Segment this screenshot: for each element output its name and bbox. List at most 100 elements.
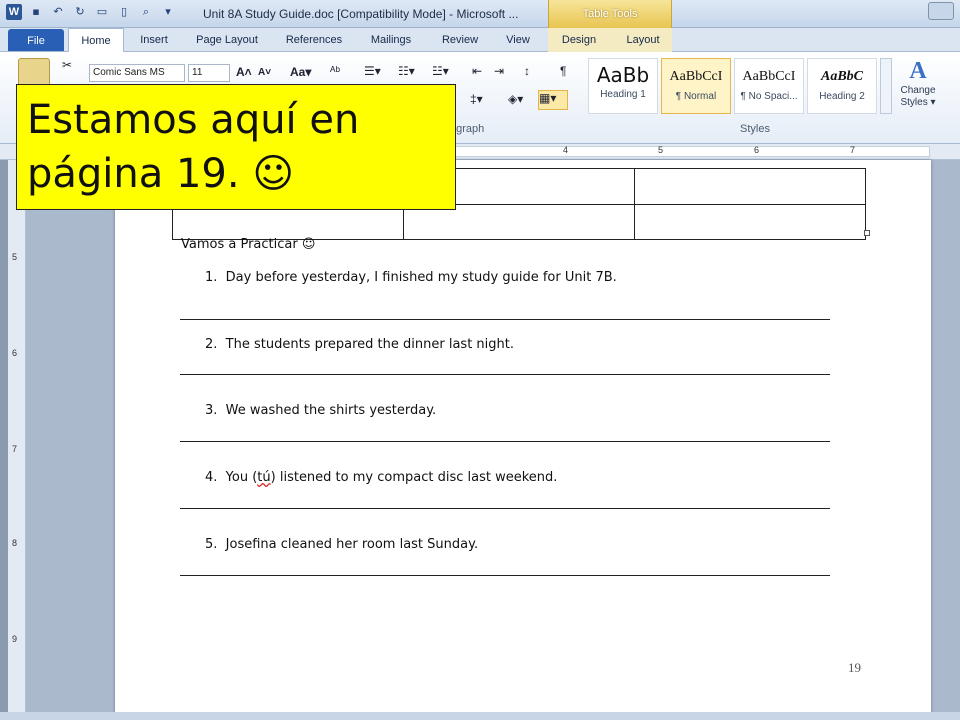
tab-design[interactable]: Design	[556, 28, 602, 52]
tab-layout[interactable]: Layout	[620, 28, 666, 52]
quick-access-toolbar: W ▪ ↶ ↻ ▭ ▯ ⌕ ▾	[6, 4, 176, 20]
increase-indent-icon[interactable]: ⇥	[494, 64, 504, 78]
style-sample: AaBbCcI	[669, 69, 723, 84]
clear-formatting-icon[interactable]: ᴬᵇ	[330, 64, 340, 78]
style-name: ¶ No Spaci...	[740, 91, 798, 102]
table-tools-label: Table Tools	[582, 8, 638, 20]
spelling-error-word[interactable]: tú	[257, 470, 270, 485]
redo-icon[interactable]: ↻	[72, 4, 88, 20]
multilevel-list-icon[interactable]: ☳▾	[432, 64, 449, 78]
item-text: The students prepared the dinner last ni…	[225, 337, 514, 352]
grow-font-icon[interactable]: A˄	[236, 65, 252, 79]
status-bar	[0, 712, 960, 720]
vertical-ruler[interactable]: 5 6 7 8 9	[8, 160, 26, 720]
callout-line-2: página 19. ☺	[27, 151, 295, 197]
styles-group-label: Styles	[740, 123, 770, 135]
title-bar: W ▪ ↶ ↻ ▭ ▯ ⌕ ▾ Unit 8A Study Guide.doc …	[0, 0, 960, 28]
item-text: Josefina cleaned her room last Sunday.	[225, 537, 479, 552]
annotation-callout: Estamos aquí en página 19. ☺	[16, 84, 456, 210]
practice-heading: Vamos a Practicar ☺	[181, 237, 316, 252]
window-control-button[interactable]	[928, 2, 954, 20]
style-name: Heading 2	[819, 91, 865, 102]
undo-icon[interactable]: ↶	[50, 4, 66, 20]
word-app-icon[interactable]: W	[6, 4, 22, 20]
answer-line	[180, 319, 830, 320]
exercise-item: 1. Day before yesterday, I finished my s…	[205, 270, 617, 285]
style-sample: AaBb	[596, 63, 650, 87]
document-area: Vamos a Practicar ☺ 1. Day before yester…	[26, 160, 960, 720]
customize-toolbar-icon[interactable]: ▾	[160, 4, 176, 20]
ruler-number: 7	[12, 444, 18, 454]
exercise-item: 4. You (tú) listened to my compact disc …	[205, 470, 557, 485]
exercise-item: 5. Josefina cleaned her room last Sunday…	[205, 537, 478, 552]
ruler-number: 5	[12, 252, 18, 262]
tab-references[interactable]: References	[280, 28, 348, 52]
change-styles-label-1: Change	[900, 85, 936, 96]
change-styles-button[interactable]: A Change Styles ▾	[896, 58, 940, 118]
ribbon-tab-row: File Home Insert Page Layout References …	[0, 28, 960, 53]
sort-icon[interactable]: ↕	[524, 64, 530, 78]
style-name: ¶ Normal	[675, 91, 717, 102]
tab-review[interactable]: Review	[436, 28, 484, 52]
shading-icon[interactable]: ◈▾	[508, 92, 523, 106]
borders-icon[interactable]: ▦▾	[538, 90, 568, 110]
item-text: Day before yesterday, I finished my stud…	[225, 270, 617, 285]
tab-view[interactable]: View	[500, 28, 536, 52]
item-number: 1.	[205, 270, 218, 285]
item-number: 5.	[205, 537, 218, 552]
style-name: Heading 1	[600, 89, 646, 100]
window-title: Unit 8A Study Guide.doc [Compatibility M…	[203, 7, 519, 21]
print-preview-icon[interactable]: ⌕	[138, 4, 154, 20]
ruler-number: 5	[658, 145, 664, 155]
cut-icon[interactable]: ✂	[62, 58, 72, 72]
ruler-number: 7	[850, 145, 856, 155]
change-case-icon[interactable]: Aa▾	[290, 65, 311, 79]
item-text-before: You (	[225, 470, 258, 485]
save-icon[interactable]: ▪	[28, 4, 44, 20]
font-name-select[interactable]: Comic Sans MS	[89, 64, 185, 82]
tab-file[interactable]: File	[8, 29, 64, 51]
tab-mailings[interactable]: Mailings	[364, 28, 418, 52]
tab-insert[interactable]: Insert	[134, 28, 174, 52]
decrease-indent-icon[interactable]: ⇤	[472, 64, 482, 78]
numbering-icon[interactable]: ☷▾	[398, 64, 415, 78]
exercise-item: 2. The students prepared the dinner last…	[205, 337, 514, 352]
style-heading-2[interactable]: AaBbC Heading 2	[807, 58, 877, 114]
item-number: 2.	[205, 337, 218, 352]
line-spacing-icon[interactable]: ‡▾	[470, 92, 483, 106]
table-cell[interactable]	[634, 203, 866, 240]
style-sample: AaBbC	[820, 69, 863, 84]
item-number: 3.	[205, 403, 218, 418]
bullets-icon[interactable]: ☰▾	[364, 64, 381, 78]
change-styles-label-2: Styles ▾	[900, 97, 936, 108]
ruler-number: 8	[12, 538, 18, 548]
style-no-spacing[interactable]: AaBbCcI ¶ No Spaci...	[734, 58, 804, 114]
ruler-text-area	[455, 146, 930, 157]
callout-line-1: Estamos aquí en	[27, 97, 360, 143]
tab-page-layout[interactable]: Page Layout	[192, 28, 262, 52]
styles-gallery-scroll[interactable]	[880, 58, 892, 114]
open-icon[interactable]: ▭	[94, 4, 110, 20]
table-tools-context: Table Tools	[548, 0, 672, 28]
font-size-select[interactable]: 11	[188, 64, 230, 82]
style-heading-1[interactable]: AaBb Heading 1	[588, 58, 658, 114]
new-document-icon[interactable]: ▯	[116, 4, 132, 20]
change-styles-icon: A	[909, 58, 927, 84]
ruler-number: 6	[754, 145, 760, 155]
table-resize-handle[interactable]	[864, 230, 870, 236]
answer-line	[180, 508, 830, 509]
ruler-number: 4	[563, 145, 569, 155]
tab-home[interactable]: Home	[68, 28, 124, 53]
answer-line	[180, 374, 830, 375]
item-text-after: ) listened to my compact disc last weeke…	[270, 470, 558, 485]
styles-gallery: AaBb Heading 1 AaBbCcI ¶ Normal AaBbCcI …	[588, 56, 878, 116]
style-sample: AaBbCcI	[742, 69, 796, 84]
shrink-font-icon[interactable]: A˅	[258, 67, 271, 78]
page-number: 19	[848, 660, 861, 675]
show-formatting-icon[interactable]: ¶	[560, 64, 566, 78]
document-page[interactable]: Vamos a Practicar ☺ 1. Day before yester…	[115, 160, 931, 720]
style-normal[interactable]: AaBbCcI ¶ Normal	[661, 58, 731, 114]
item-text: We washed the shirts yesterday.	[225, 403, 437, 418]
table-cell[interactable]	[634, 168, 866, 205]
answer-line	[180, 441, 830, 442]
